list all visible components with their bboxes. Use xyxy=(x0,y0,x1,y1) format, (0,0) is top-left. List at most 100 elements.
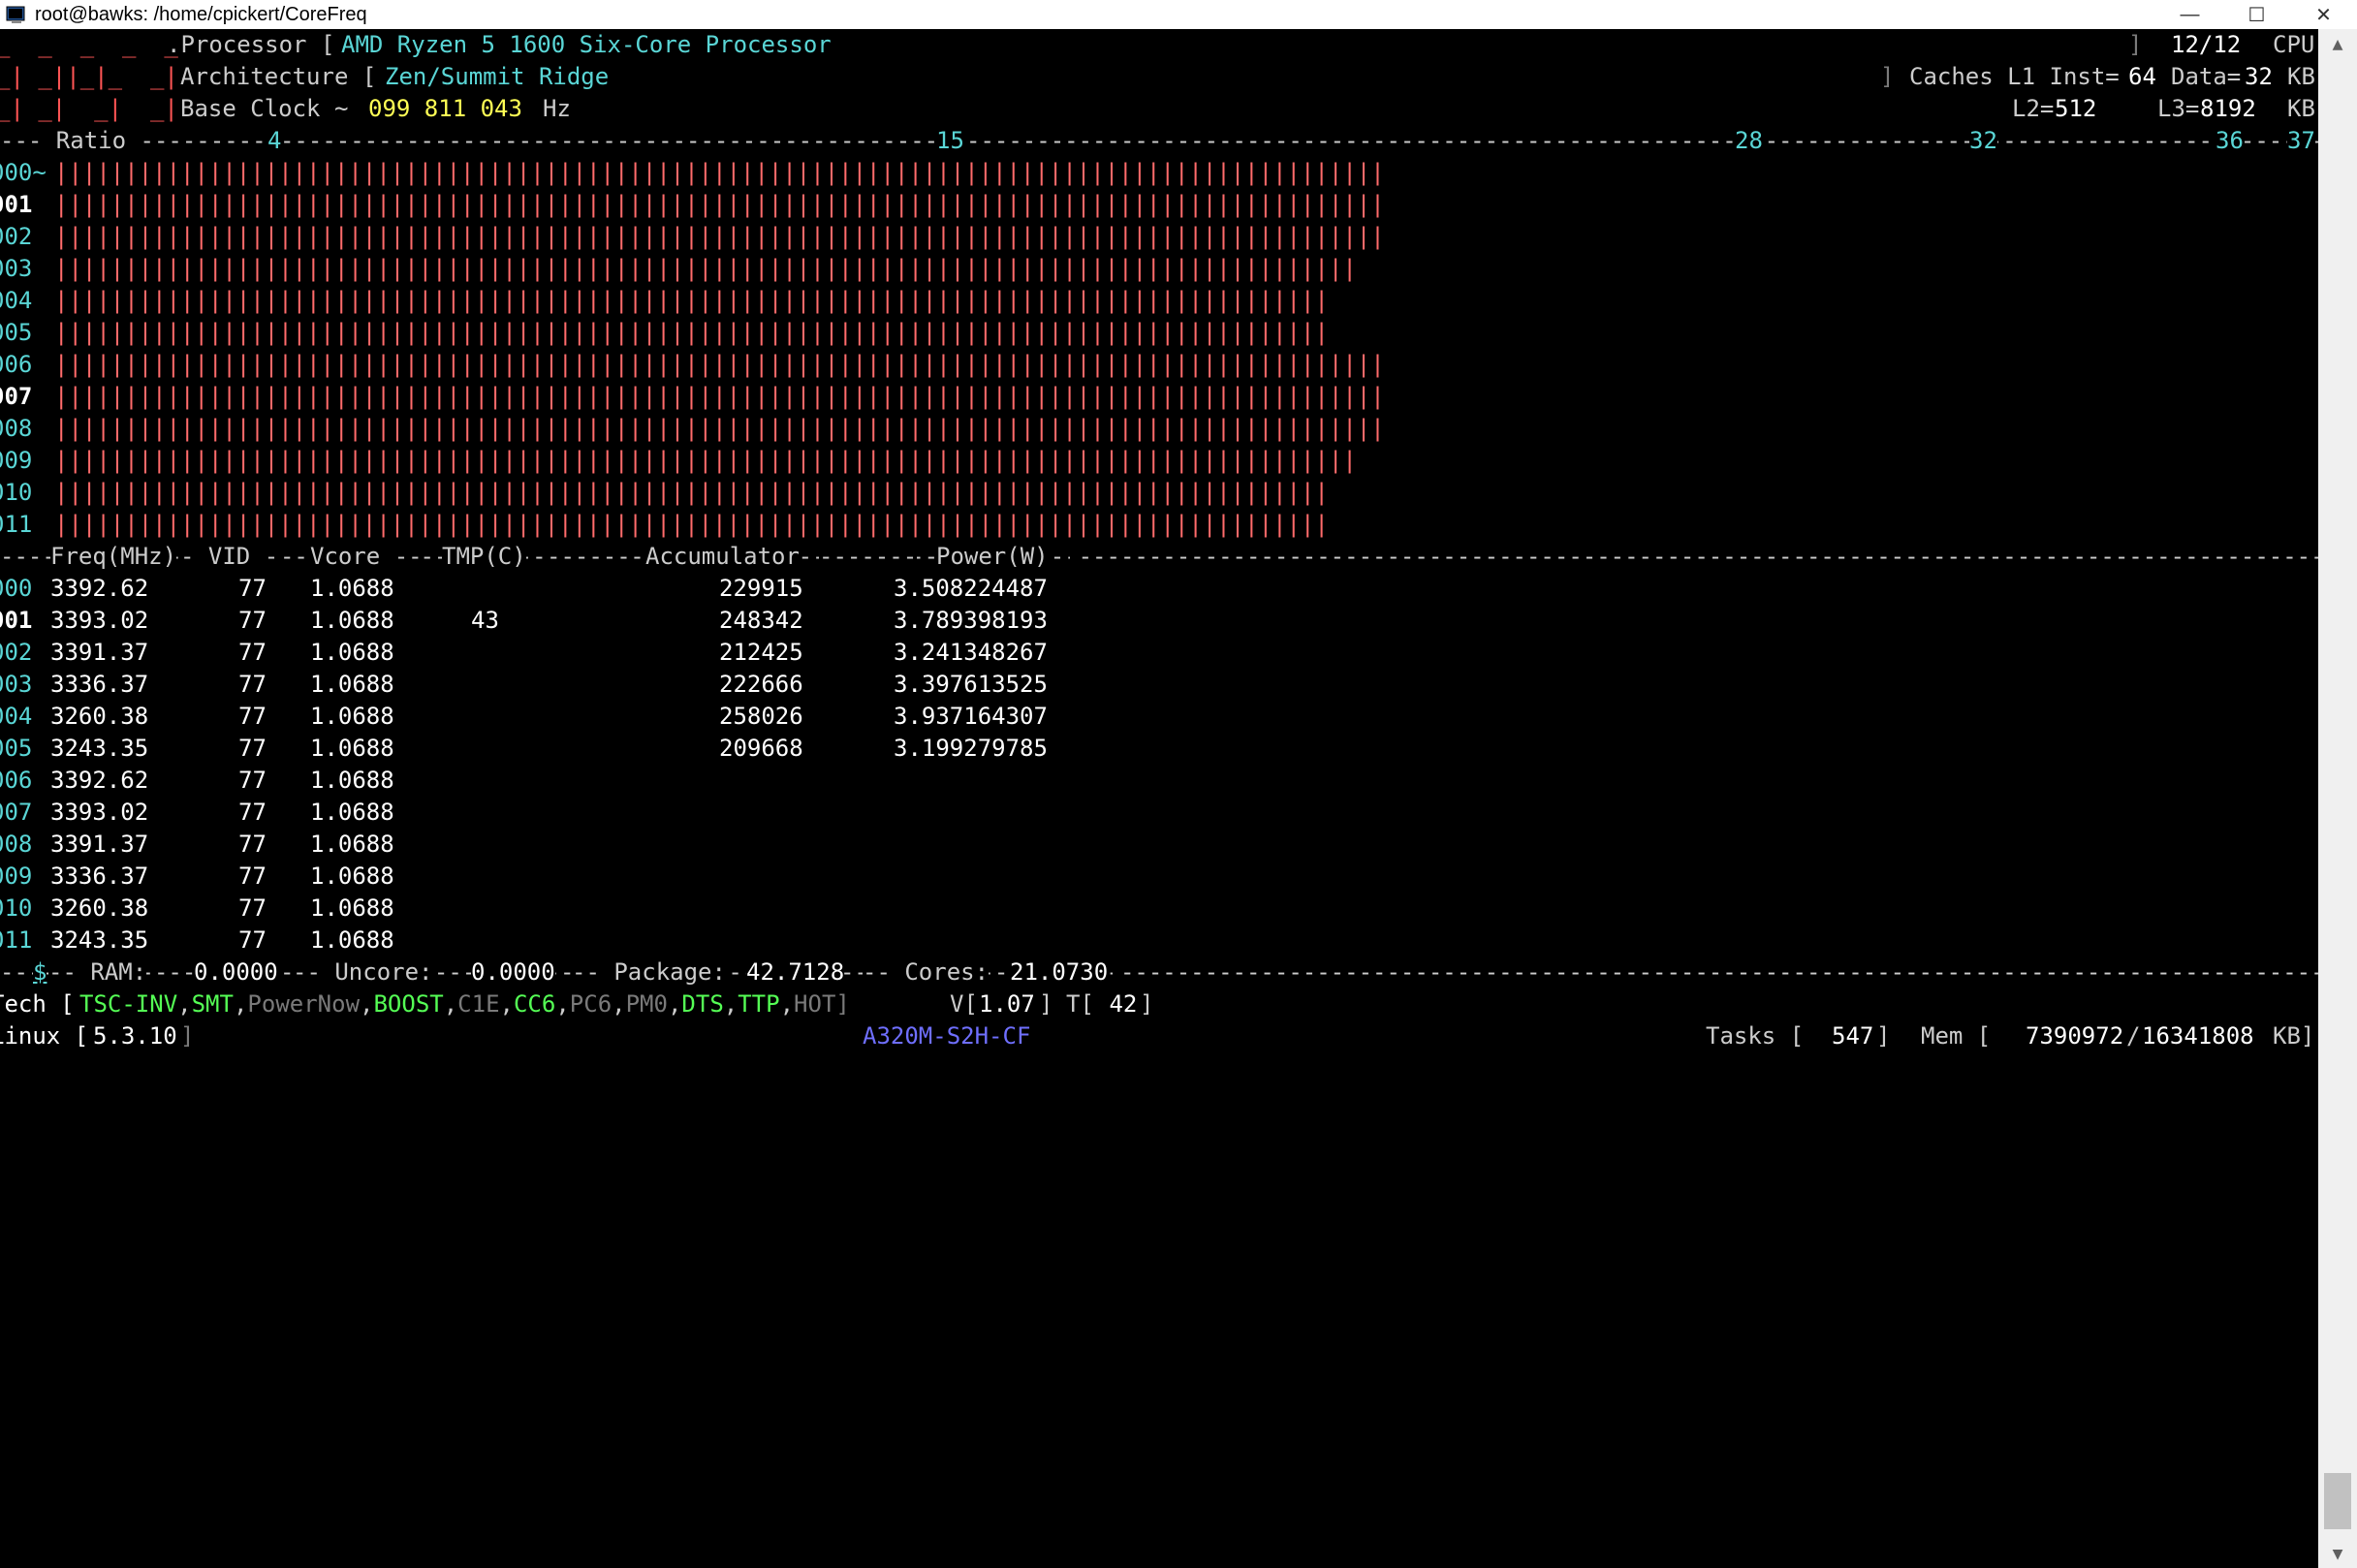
voltage-value: 1.07 xyxy=(979,990,1035,1018)
core-vid: 77 xyxy=(238,703,267,730)
core-vid: 77 xyxy=(238,862,267,890)
tasks-label: Tasks [ xyxy=(1706,1022,1805,1050)
header-baseclock-line: _| _| _| _| Base Clock ~ 099 811 043 Hz … xyxy=(0,93,2318,125)
close-button[interactable]: ✕ xyxy=(2290,0,2357,29)
ratio-label: --- Ratio --------- xyxy=(0,125,267,157)
scroll-up-icon[interactable]: ▲ xyxy=(2318,29,2357,58)
base-clock-label: Base Clock ~ xyxy=(180,95,349,122)
core-id: 007 xyxy=(0,799,33,826)
core-id: 001 xyxy=(0,191,33,218)
core-ratio-bar: ||||||||||||||||||||||||||||||||||||||||… xyxy=(54,159,1386,186)
core-id: 003 xyxy=(0,255,33,282)
core-vcore: 1.0688 xyxy=(310,575,394,602)
l3-label: L3= xyxy=(2157,95,2200,122)
ratio-mark-32: 32 xyxy=(1969,125,1997,157)
core-vid: 77 xyxy=(238,926,267,954)
base-clock-value: 099 811 043 xyxy=(368,95,522,122)
core-ratio-bar: ||||||||||||||||||||||||||||||||||||||||… xyxy=(54,287,1330,314)
core-vcore: 1.0688 xyxy=(310,607,394,634)
core-bar-row: 004 |||||||||||||||||||||||||||||||||||||… xyxy=(0,285,2318,317)
core-id: 003 xyxy=(0,671,33,698)
core-id: 005 xyxy=(0,319,33,346)
tech-feature-item: SMT xyxy=(191,990,234,1018)
core-ratio-bar: ||||||||||||||||||||||||||||||||||||||||… xyxy=(54,383,1386,410)
terminal-screen[interactable]: _ _ _ _ _ .Processor [ AMD Ryzen 5 1600 … xyxy=(0,29,2318,1568)
uncore-label: -- Uncore: xyxy=(293,956,433,988)
maximize-button[interactable]: ☐ xyxy=(2223,0,2290,29)
core-bar-row: 011 |||||||||||||||||||||||||||||||||||||… xyxy=(0,509,2318,541)
minimize-button[interactable]: — xyxy=(2156,0,2223,29)
table-row: 009 3336.37 77 1.0688 xyxy=(0,861,2318,893)
core-vid: 77 xyxy=(238,767,267,794)
tech-feature-item: DTS xyxy=(681,990,724,1018)
tech-separator: , xyxy=(233,990,248,1018)
core-bar-row: 008 |||||||||||||||||||||||||||||||||||||… xyxy=(0,413,2318,445)
terminal-scrollbar[interactable]: ▲ ▼ xyxy=(2318,29,2357,1568)
core-accumulator: 258026 xyxy=(719,703,803,730)
core-ratio-bar: ||||||||||||||||||||||||||||||||||||||||… xyxy=(54,479,1330,506)
core-ratio-bar: ||||||||||||||||||||||||||||||||||||||||… xyxy=(54,511,1330,538)
ratio-scale-line: ----------------------------------------… xyxy=(0,125,2318,157)
kb-label-2: KB xyxy=(2287,95,2315,122)
core-ratio-bar: ||||||||||||||||||||||||||||||||||||||||… xyxy=(54,447,1358,474)
core-ratio-bar: ||||||||||||||||||||||||||||||||||||||||… xyxy=(54,223,1386,250)
core-id: 010 xyxy=(0,479,33,506)
core-accumulator: 222666 xyxy=(719,671,803,698)
tmp-column-header: TMP(C) xyxy=(442,541,526,573)
core-power: 3.397613525 xyxy=(894,671,1048,698)
tech-feature-item: CC6 xyxy=(513,990,556,1018)
core-id: 011 xyxy=(0,926,33,954)
table-row: 005 3243.35 77 1.0688 209668 3.199279785 xyxy=(0,733,2318,765)
core-id: 000 xyxy=(0,575,33,602)
core-bar-row: 006 |||||||||||||||||||||||||||||||||||||… xyxy=(0,349,2318,381)
tech-label: Tech [ xyxy=(0,990,75,1018)
core-frequency: 3243.35 xyxy=(50,926,149,954)
core-vid: 77 xyxy=(238,894,267,922)
core-frequency: 3391.37 xyxy=(50,639,149,666)
core-id: 011 xyxy=(0,511,33,538)
scrollbar-thumb[interactable] xyxy=(2324,1473,2351,1529)
tasks-bracket-close: ] xyxy=(1876,1022,1891,1050)
table-row: 006 3392.62 77 1.0688 xyxy=(0,765,2318,797)
core-ratio-bar: ||||||||||||||||||||||||||||||||||||||||… xyxy=(54,319,1330,346)
processor-label: .Processor [ xyxy=(167,31,335,58)
tech-separator: , xyxy=(499,990,514,1018)
l1-data-label: Data= xyxy=(2171,63,2242,90)
l2-label: L2= xyxy=(2012,95,2055,122)
l1-inst-value: 64 xyxy=(2128,63,2156,90)
l3-value: 8192 xyxy=(2200,95,2256,122)
tech-feature-item: PM0 xyxy=(625,990,668,1018)
core-frequency: 3392.62 xyxy=(50,575,149,602)
core-vid: 77 xyxy=(238,671,267,698)
ratio-mark-36: 36 xyxy=(2216,125,2244,157)
logo-row-1: _ _ _ _ _ xyxy=(0,31,178,58)
os-bracket-close: ] xyxy=(180,1022,195,1050)
power-unit-toggle[interactable]: $ xyxy=(33,956,47,988)
base-clock-unit: Hz xyxy=(543,95,571,122)
caches-label: Caches L1 Inst= xyxy=(1909,63,2120,90)
logo-row-3: _| _| _| _| xyxy=(0,95,178,122)
core-vcore: 1.0688 xyxy=(310,735,394,762)
terminal-app-icon xyxy=(4,3,29,26)
core-vid: 77 xyxy=(238,831,267,858)
temperature-label: T[ xyxy=(1066,990,1094,1018)
tech-feature-item: TSC-INV xyxy=(79,990,178,1018)
tech-feature-item: BOOST xyxy=(373,990,444,1018)
cpu-label: CPU xyxy=(2273,31,2315,58)
ratio-mark-4: 4 xyxy=(267,125,282,157)
core-id: 001 xyxy=(0,607,33,634)
mem-used: 7390972 xyxy=(2026,1022,2124,1050)
core-id: 009 xyxy=(0,447,33,474)
vid-column-header: - VID - xyxy=(180,541,279,573)
header-processor-line: _ _ _ _ _ .Processor [ AMD Ryzen 5 1600 … xyxy=(0,29,2318,61)
core-vcore: 1.0688 xyxy=(310,862,394,890)
core-accumulator: 209668 xyxy=(719,735,803,762)
ram-label: -- RAM: xyxy=(48,956,147,988)
core-power: 3.241348267 xyxy=(894,639,1048,666)
core-vid: 77 xyxy=(238,575,267,602)
tech-separator: , xyxy=(443,990,458,1018)
voltage-label: V[ xyxy=(950,990,978,1018)
core-bar-row: 005 |||||||||||||||||||||||||||||||||||||… xyxy=(0,317,2318,349)
scroll-down-icon[interactable]: ▼ xyxy=(2318,1539,2357,1568)
ratio-mark-15: 15 xyxy=(936,125,964,157)
